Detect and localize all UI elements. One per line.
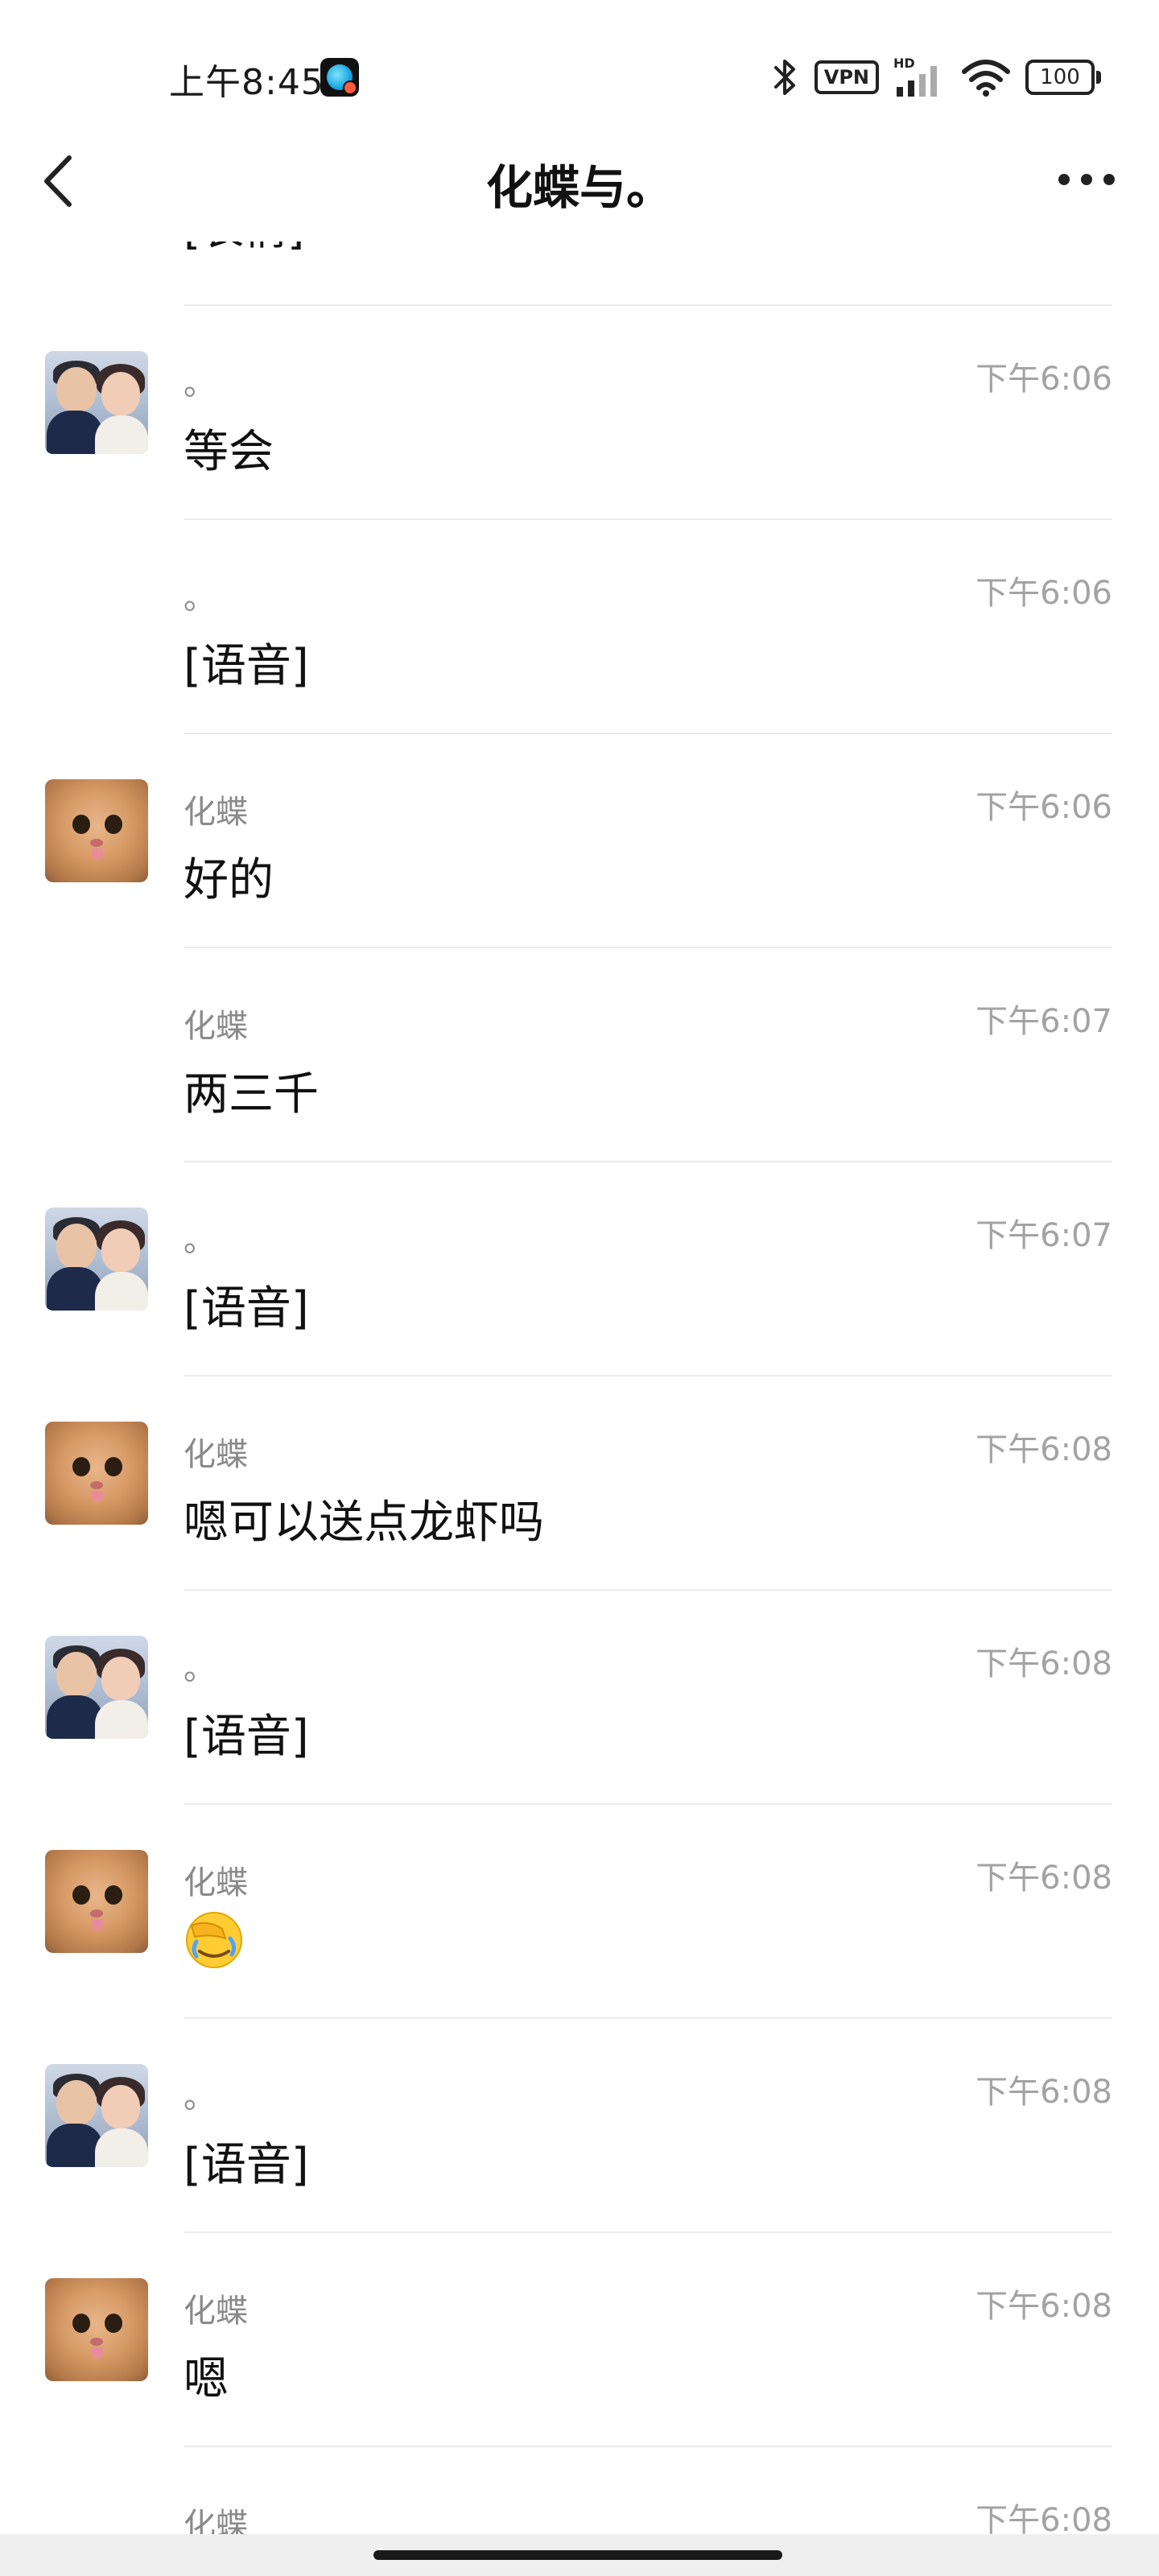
- message-time: 下午6:06: [975, 789, 1112, 826]
- message-time: 下午6:07: [975, 1003, 1112, 1040]
- avatar[interactable]: [45, 2064, 148, 2167]
- sender-name: 化蝶: [184, 1008, 248, 1045]
- message-content: [语音]: [184, 1282, 309, 1335]
- sender-name: 化蝶: [184, 1864, 248, 1901]
- message-content: [语音]: [184, 2139, 309, 2191]
- status-icons: VPN HD 100: [771, 52, 1101, 103]
- message-time: 下午6:06: [975, 361, 1112, 398]
- sender-name: 。: [184, 365, 216, 402]
- message-list[interactable]: [表情] 。 下午6:06 等会 。 下午6:06 [语音] 化蝶 下午6:06…: [0, 217, 1159, 2544]
- avatar[interactable]: [45, 1422, 148, 1525]
- avatar[interactable]: [45, 779, 148, 882]
- vpn-indicator: VPN: [814, 60, 879, 94]
- avatar[interactable]: [45, 1208, 148, 1311]
- sender-name: 。: [184, 580, 216, 617]
- message-content: 两三千: [184, 1068, 319, 1121]
- sender-name: 。: [184, 1650, 216, 1687]
- message-time: 下午6:07: [975, 1217, 1112, 1254]
- bluetooth-icon: [773, 60, 795, 95]
- wifi-icon: [962, 60, 1010, 97]
- message-item[interactable]: 化蝶 下午6:08 嗯: [0, 2233, 1159, 2447]
- battery-indicator: 100: [1025, 60, 1101, 95]
- message-time: 下午6:08: [975, 1431, 1112, 1468]
- more-options-icon[interactable]: [1054, 159, 1119, 200]
- message-item[interactable]: 。 下午6:07 [语音]: [0, 1162, 1159, 1377]
- message-item[interactable]: 化蝶 下午6:08: [0, 2447, 1159, 2544]
- message-time: 下午6:08: [975, 2074, 1112, 2111]
- cellular-signal-icon: HD: [893, 56, 937, 97]
- sender-name: 化蝶: [184, 1436, 248, 1473]
- avatar[interactable]: [45, 2278, 148, 2381]
- chat-history-screen: 上午8:45 VPN HD 100 化蝶与。 。 下午6:06 等会 。 下午6…: [0, 0, 1159, 2576]
- sender-name: 化蝶: [184, 2293, 248, 2330]
- message-item[interactable]: 化蝶 下午6:08 嗯可以送点龙虾吗: [0, 1377, 1159, 1591]
- message-time: 下午6:06: [975, 575, 1112, 612]
- message-time: 下午6:08: [975, 1645, 1112, 1682]
- message-content: 好的: [184, 854, 274, 906]
- message-item[interactable]: 化蝶 下午6:08: [0, 1805, 1159, 2019]
- sender-name: 。: [184, 1222, 216, 1259]
- message-item[interactable]: 。 下午6:08 [语音]: [0, 1591, 1159, 1805]
- status-time: 上午8:45: [169, 62, 324, 103]
- sender-name: 化蝶: [184, 794, 248, 831]
- message-content: [语音]: [184, 640, 309, 692]
- message-item[interactable]: 。 下午6:08 [语音]: [0, 2019, 1159, 2233]
- nav-bar: 化蝶与。: [0, 121, 1159, 242]
- message-item[interactable]: 。 下午6:06 [语音]: [0, 520, 1159, 734]
- home-indicator[interactable]: [373, 2550, 782, 2560]
- gesture-bar-area: [0, 2534, 1159, 2576]
- notification-app-icon: [320, 58, 359, 97]
- message-content: 等会: [184, 426, 274, 478]
- message-content: 嗯可以送点龙虾吗: [184, 1496, 544, 1549]
- network-hd-label: HD: [893, 56, 915, 71]
- avatar[interactable]: [45, 1636, 148, 1739]
- message-time: 下午6:08: [975, 2288, 1112, 2325]
- message-content: [语音]: [184, 1711, 309, 1763]
- facepalm-crying-emoji-icon: [186, 1912, 242, 1968]
- avatar[interactable]: [45, 1850, 148, 1953]
- message-item[interactable]: 化蝶 下午6:06 好的: [0, 734, 1159, 948]
- message-time: 下午6:08: [975, 1860, 1112, 1897]
- message-item[interactable]: 化蝶 下午6:07 两三千: [0, 948, 1159, 1162]
- message-item[interactable]: 。 下午6:06 等会: [0, 306, 1159, 520]
- avatar[interactable]: [45, 351, 148, 454]
- message-content: 嗯: [184, 2353, 229, 2405]
- chat-title: 化蝶与。: [485, 160, 673, 215]
- sender-name: 。: [184, 2079, 216, 2116]
